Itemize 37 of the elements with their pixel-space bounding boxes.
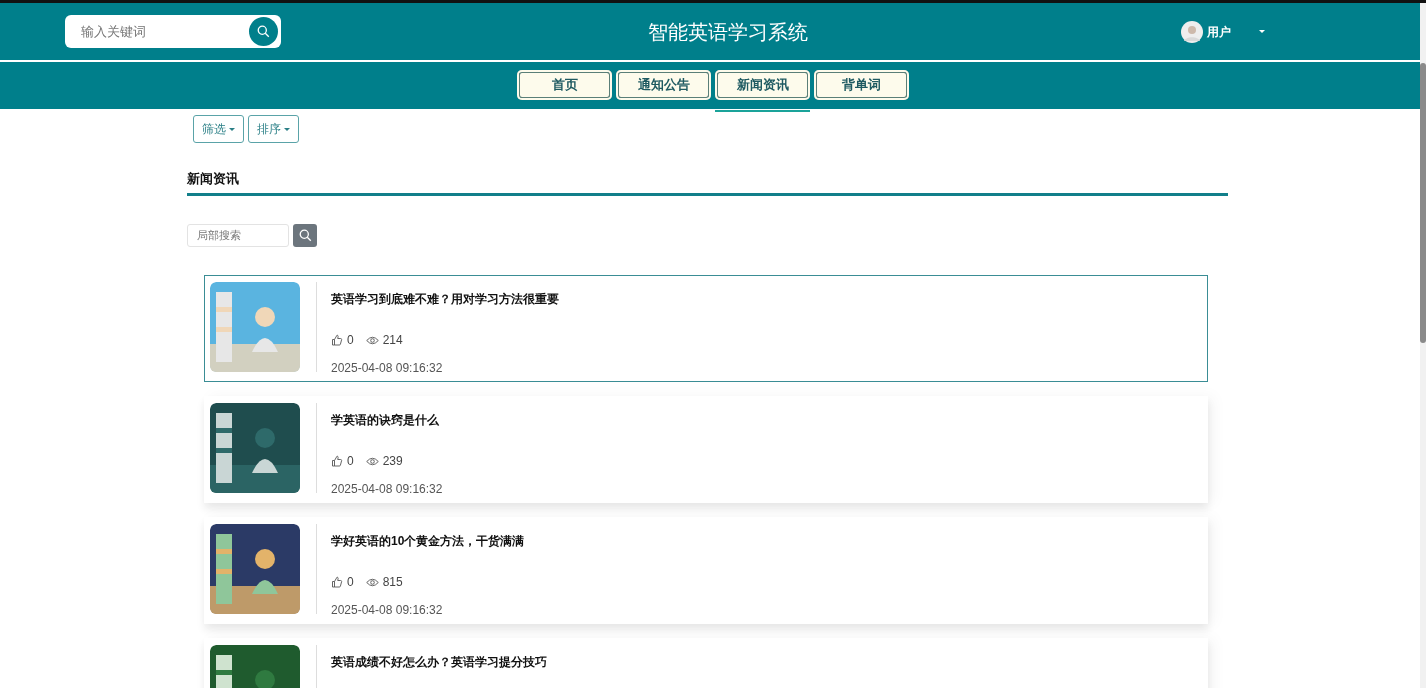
site-title: 智能英语学习系统 <box>647 19 809 45</box>
news-title: 英语成绩不好怎么办？英语学习提分技巧 <box>331 653 547 671</box>
news-card[interactable]: 学英语的诀窍是什么 0 239 2025-04-08 09:16:32 <box>204 395 1208 503</box>
section-title: 新闻资讯 <box>187 171 239 186</box>
news-card[interactable]: 英语学习到底难不难？用对学习方法很重要 0 214 2025-04-08 09:16:32 <box>204 274 1208 382</box>
view-count: 214 <box>382 331 403 349</box>
news-title: 学英语的诀窍是什么 <box>331 411 440 429</box>
search-button[interactable] <box>293 223 317 247</box>
caret-icon <box>1259 30 1265 33</box>
search-icon <box>257 25 270 38</box>
search-field[interactable]: 局部搜索 <box>187 223 289 247</box>
search-bar[interactable]: 输入关键词 <box>65 15 281 48</box>
like-count: 0 <box>347 452 354 470</box>
search-icon <box>298 228 312 242</box>
view-count: 239 <box>382 452 403 470</box>
nav-tab[interactable]: 首页 <box>517 70 612 100</box>
news-title: 学好英语的10个黄金方法，干货满满 <box>331 532 525 550</box>
like-count: 0 <box>347 331 354 349</box>
scrollbar[interactable] <box>1420 3 1426 688</box>
nav-tab[interactable]: 背单词 <box>814 70 909 100</box>
news-card[interactable]: 学好英语的10个黄金方法，干货满满 0 815 2025-04-08 09:16:32 <box>204 516 1208 624</box>
search-button[interactable] <box>249 17 278 46</box>
avatar-icon <box>1181 20 1203 43</box>
view-count: 815 <box>382 573 403 591</box>
news-title: 英语学习到底难不难？用对学习方法很重要 <box>331 290 559 308</box>
like-count: 0 <box>347 573 354 591</box>
news-date: 2025-04-08 09:16:32 <box>331 480 443 498</box>
news-date: 2025-04-08 09:16:32 <box>331 601 444 619</box>
news-date: 2025-04-08 09:16:32 <box>331 359 444 377</box>
nav-tab[interactable]: 通知公告 <box>616 70 711 100</box>
caret-icon <box>284 127 290 131</box>
nav-tab[interactable]: 新闻资讯 <box>715 70 810 100</box>
dropdown-button[interactable]: 排序 <box>248 115 299 143</box>
dropdown-button[interactable]: 筛选 <box>193 115 244 143</box>
news-card[interactable]: 英语成绩不好怎么办？英语学习提分技巧 <box>204 637 1208 688</box>
user-menu[interactable]: 用户 <box>1175 19 1271 44</box>
caret-icon <box>229 127 235 131</box>
